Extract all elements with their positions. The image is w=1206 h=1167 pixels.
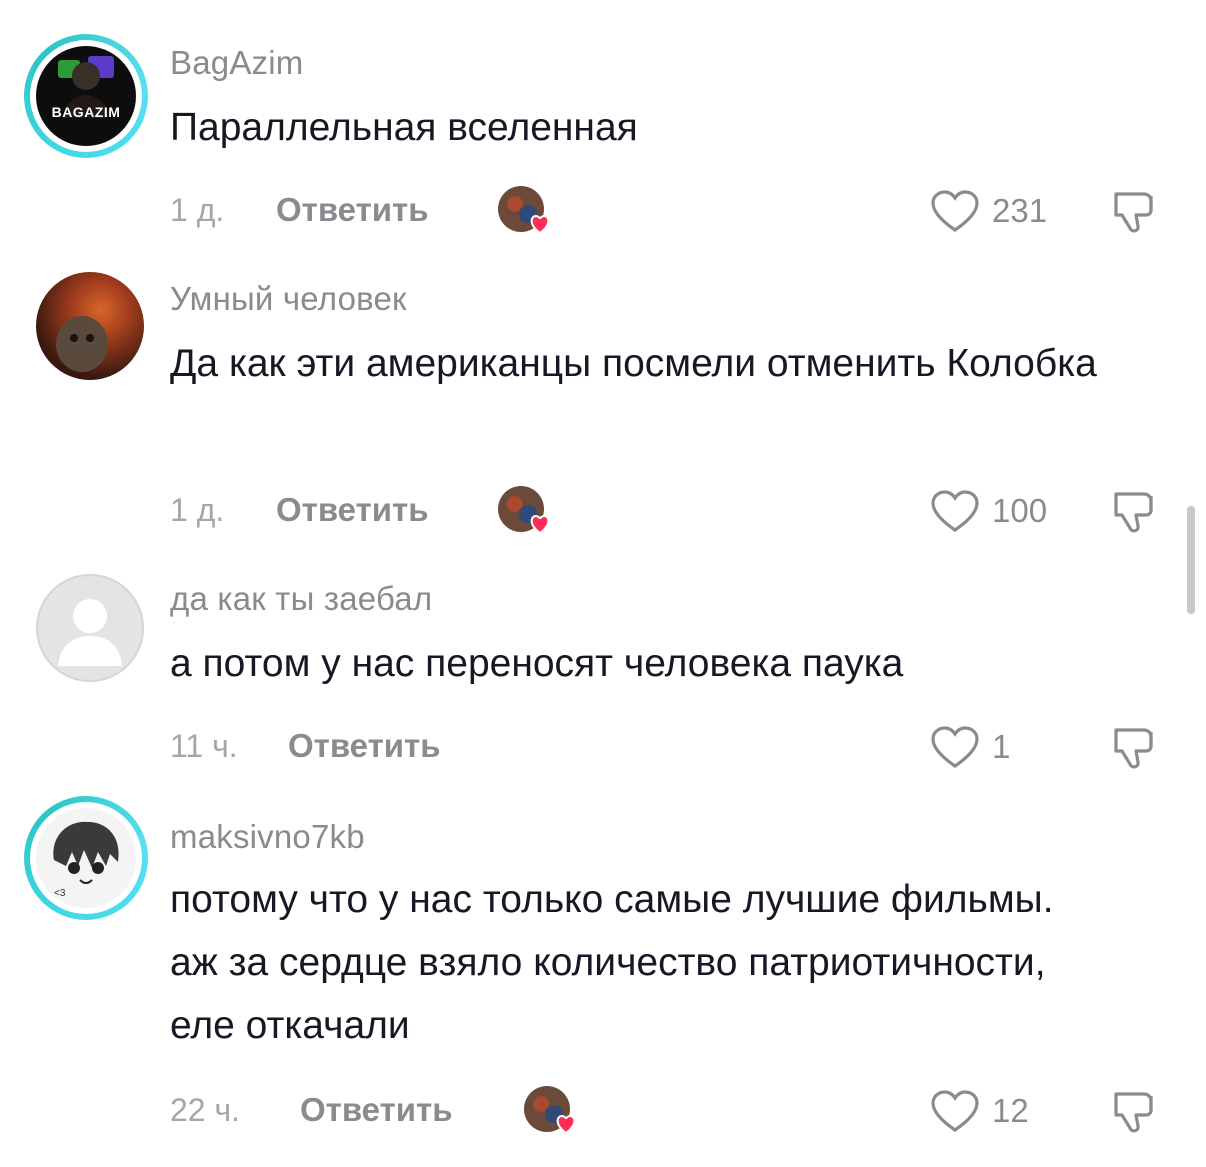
creator-liked-heart-icon	[498, 486, 550, 535]
comment-text: Да как эти американцы посмели отменить К…	[170, 342, 1097, 385]
dislike-button[interactable]	[1108, 1088, 1160, 1141]
comment-time: 1 д.	[170, 492, 225, 528]
dislike-button[interactable]	[1108, 724, 1160, 777]
heart-outline-icon[interactable]	[930, 190, 980, 234]
comment-text: потому что у нас только самые лучшие фил…	[170, 878, 1054, 1047]
comment-username[interactable]: Умный человек	[170, 280, 407, 318]
thumbs-down-icon[interactable]	[1108, 1088, 1160, 1136]
comment-meta: 11 ч. Ответить 1	[0, 722, 1206, 772]
reply-button[interactable]: Ответить	[276, 491, 429, 529]
avatar-label: BAGAZIM	[51, 104, 121, 120]
dislike-button[interactable]	[1108, 188, 1160, 241]
creator-liked-badge	[498, 186, 550, 235]
comment-time: 11 ч.	[170, 728, 238, 764]
heart-outline-icon[interactable]	[930, 1090, 980, 1134]
thumbs-down-icon[interactable]	[1108, 488, 1160, 536]
avatar-image-icon	[53, 821, 119, 884]
creator-liked-heart-icon	[524, 1086, 576, 1135]
like-count: 100	[992, 492, 1048, 529]
avatar-image-icon	[58, 56, 114, 118]
heart-outline-icon[interactable]	[930, 726, 980, 770]
story-ring[interactable]: BAGAZIM	[24, 34, 148, 158]
reply-button[interactable]: Ответить	[276, 191, 429, 229]
thumbs-down-icon[interactable]	[1108, 724, 1160, 772]
story-ring[interactable]: <3	[24, 796, 148, 920]
creator-liked-heart-icon	[498, 186, 550, 235]
avatar[interactable]: <3	[36, 808, 136, 908]
comment-text: Параллельная вселенная	[170, 106, 638, 149]
avatar[interactable]: BAGAZIM	[36, 46, 136, 146]
comment-text: а потом у нас переносят человека паука	[170, 642, 904, 685]
like-count: 1	[992, 728, 1011, 765]
dislike-button[interactable]	[1108, 488, 1160, 541]
like-count: 12	[992, 1092, 1029, 1129]
comment-time: 1 д.	[170, 192, 225, 228]
comment-username[interactable]: BagAzim	[170, 44, 303, 82]
creator-liked-badge	[498, 486, 550, 535]
avatar-image-icon	[56, 316, 108, 372]
like-count: 231	[992, 192, 1048, 229]
comment-meta: 22 ч. Ответить 12	[0, 1086, 1206, 1136]
comment-username[interactable]: да как ты заебал	[170, 580, 432, 618]
comment-meta: 1 д. Ответить 231	[0, 186, 1206, 236]
avatar-label: <3	[54, 888, 66, 899]
avatar[interactable]	[36, 574, 144, 682]
reply-button[interactable]: Ответить	[300, 1091, 453, 1129]
comment-username[interactable]: maksivno7kb	[170, 818, 365, 856]
avatar[interactable]	[36, 272, 144, 380]
scrollbar[interactable]	[1187, 506, 1195, 614]
heart-outline-icon[interactable]	[930, 490, 980, 534]
default-user-icon	[58, 599, 122, 666]
comment-time: 22 ч.	[170, 1092, 241, 1128]
creator-liked-badge	[524, 1086, 576, 1135]
reply-button[interactable]: Ответить	[288, 727, 441, 765]
comment-meta: 1 д. Ответить 100	[0, 486, 1206, 536]
thumbs-down-icon[interactable]	[1108, 188, 1160, 236]
